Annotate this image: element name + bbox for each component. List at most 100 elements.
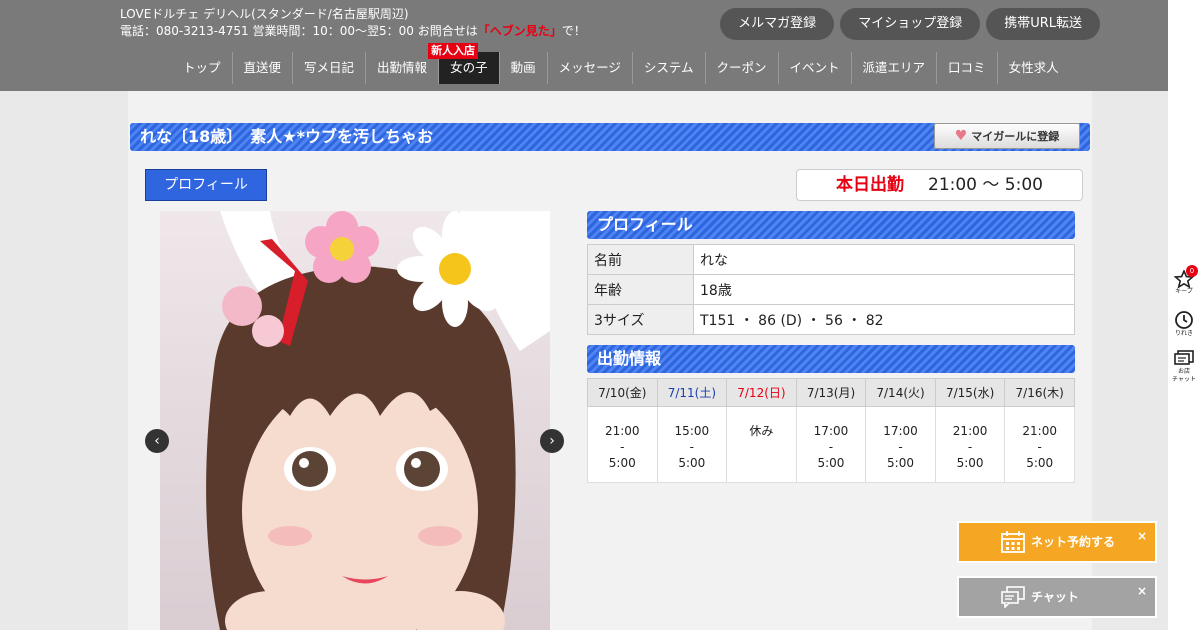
shift-end: 5:00 (608, 456, 636, 470)
shift-start: 21:00 (952, 424, 988, 438)
nav-girls[interactable]: 新人入店 女の子 (428, 43, 500, 84)
chat-button[interactable]: チャット × (957, 576, 1157, 618)
schedule-date: 7/14(火) (865, 378, 936, 407)
schedule-cell: 17:00 - 5:00 (795, 406, 867, 483)
history-tool[interactable]: りれき (1172, 310, 1196, 338)
contact-suffix: で！ (561, 24, 586, 38)
photo-next-button[interactable]: › (540, 429, 564, 453)
history-label: りれき (1174, 330, 1193, 337)
schedule-table: 7/10(金) 7/11(土) 7/12(日) 7/13(月) 7/14(火) … (587, 378, 1075, 483)
shift-start: 21:00 (604, 424, 640, 438)
girl-photo-illustration (160, 211, 550, 630)
site-header: LOVEドルチェ デリヘル(スタンダード/名古屋駅周辺) 電話：080-3213… (0, 0, 1168, 91)
schedule-cell: 21:00 - 5:00 (587, 406, 658, 483)
nav-girls-label: 女の子 (450, 60, 488, 75)
net-reserve-button[interactable]: ネット予約する × (957, 521, 1157, 563)
shift-end: 5:00 (817, 456, 845, 470)
schedule-times-row: 21:00 - 5:00 15:00 - 5:00 休み 17:00 - 5:00 17:0… (587, 406, 1075, 483)
nav-photo-diary[interactable]: 写メ日記 (293, 52, 367, 84)
main-nav: トップ 直送便 写メ日記 出勤情報 新人入店 女の子 動画 メッセージ システム… (172, 43, 1070, 84)
shift-end: 5:00 (887, 456, 914, 470)
nav-recruit[interactable]: 女性求人 (998, 52, 1070, 84)
heart-icon: ♥ (954, 128, 968, 144)
shift-sep: - (689, 440, 695, 454)
girl-photo[interactable] (160, 211, 550, 630)
shift-end: 5:00 (956, 456, 984, 470)
nav-event[interactable]: イベント (779, 52, 852, 84)
shop-name[interactable]: LOVEドルチェ デリヘル(スタンダード/名古屋駅周辺) (120, 6, 586, 23)
close-reserve-icon[interactable]: × (1137, 517, 1147, 555)
mygirl-register-button[interactable]: ♥ マイガールに登録 (934, 123, 1080, 149)
shift-start: 17:00 (883, 424, 918, 438)
profile-key-age: 年齢 (587, 274, 694, 305)
today-label: 本日出勤 (836, 175, 904, 195)
mygirl-label: マイガールに登録 (971, 130, 1060, 143)
contact-highlight: 「ヘブン見た」 (477, 24, 562, 38)
schedule-date: 7/11(土) (656, 378, 728, 407)
nav-coupon[interactable]: クーポン (706, 52, 779, 84)
photo-prev-button[interactable]: ‹ (145, 429, 169, 453)
close-chat-icon[interactable]: × (1137, 572, 1147, 610)
schedule-cell: 17:00 - 5:00 (865, 406, 936, 483)
table-row: 年齢 18歳 (587, 274, 1075, 305)
shift-start: 15:00 (674, 424, 710, 438)
chat-label: チャット (1172, 376, 1196, 383)
profile-table: 名前 れな 年齢 18歳 3サイズ T151 ・ 86 (D) ・ 56 ・ 82 (587, 244, 1075, 335)
nav-area[interactable]: 派遣エリア (852, 52, 938, 84)
keep-label: キープ (1175, 288, 1193, 295)
nav-video[interactable]: 動画 (500, 52, 548, 84)
chat-tool[interactable]: お店 チャット (1172, 350, 1196, 384)
profile-heading: プロフィール (587, 211, 1075, 239)
shift-sep: - (898, 440, 903, 454)
schedule-dates-row: 7/10(金) 7/11(土) 7/12(日) 7/13(月) 7/14(火) … (587, 378, 1075, 407)
keep-tool[interactable]: 0 キープ (1172, 265, 1198, 296)
shift-sep: - (1037, 440, 1042, 454)
shift-start: 休み (749, 424, 774, 438)
shift-start: 21:00 (1022, 424, 1057, 438)
newsletter-button[interactable]: メルマガ登録 (720, 8, 835, 40)
shift-end: 5:00 (678, 456, 706, 470)
today-time: 21:00 ～ 5:00 (928, 175, 1043, 195)
shift-sep: - (967, 440, 973, 454)
net-reserve-label: ネット予約する (1031, 535, 1116, 549)
profile-value-sizes: T151 ・ 86 (D) ・ 56 ・ 82 (693, 304, 1075, 335)
myshop-button[interactable]: マイショップ登録 (840, 8, 981, 40)
nav-direct[interactable]: 直送便 (233, 52, 294, 84)
calendar-icon (1001, 531, 1025, 553)
schedule-date: 7/16(木) (1004, 378, 1075, 407)
nav-system[interactable]: システム (633, 52, 706, 84)
shift-sep: - (620, 440, 625, 454)
chevron-right-icon: › (549, 433, 555, 449)
chat-label-shop: お店 (1177, 368, 1190, 375)
nav-top[interactable]: トップ (172, 52, 233, 84)
nav-reviews[interactable]: 口コミ (937, 52, 998, 84)
schedule-heading: 出勤情報 (587, 345, 1075, 373)
nav-message[interactable]: メッセージ (548, 52, 633, 84)
profile-value-name: れな (693, 244, 1075, 275)
mobile-url-button[interactable]: 携帯URL転送 (986, 8, 1100, 40)
shift-end: 5:00 (1026, 456, 1054, 470)
schedule-date: 7/12(日) (726, 378, 797, 407)
profile-value-age: 18歳 (693, 274, 1075, 305)
today-attendance: 本日出勤 21:00 ～ 5:00 (796, 169, 1083, 201)
shop-info: LOVEドルチェ デリヘル(スタンダード/名古屋駅周辺) 電話：080-3213… (120, 6, 586, 40)
schedule-cell: 休み (726, 406, 797, 483)
schedule-date: 7/10(金) (587, 378, 658, 407)
girl-title-bar: れな〔18歳〕 素人★*ウブを汚しちゃお ♥ マイガールに登録 (130, 123, 1090, 151)
history-icon (1175, 311, 1193, 329)
table-row: 3サイズ T151 ・ 86 (D) ・ 56 ・ 82 (587, 304, 1075, 335)
profile-tab[interactable]: プロフィール (145, 169, 267, 201)
keep-count-badge: 0 (1186, 265, 1198, 277)
top-buttons: メルマガ登録 マイショップ登録 携帯URL転送 (720, 8, 1100, 40)
girl-title: れな〔18歳〕 素人★*ウブを汚しちゃお (140, 127, 433, 146)
schedule-date: 7/13(月) (795, 378, 867, 407)
shift-sep: - (828, 440, 834, 454)
new-girl-badge: 新人入店 (428, 43, 479, 59)
contact-text: 電話：080-3213-4751 営業時間：10：00～翌5：00 お問合せは (120, 24, 478, 38)
chevron-left-icon: ‹ (154, 433, 160, 449)
shift-start: 17:00 (813, 424, 849, 438)
girl-detail: れな〔18歳〕 素人★*ウブを汚しちゃお ♥ マイガールに登録 プロフィール 本日… (128, 91, 1092, 630)
schedule-date: 7/15(水) (934, 378, 1006, 407)
contact-line: 電話：080-3213-4751 営業時間：10：00～翌5：00 お問合せは「… (120, 23, 586, 40)
schedule-cell: 15:00 - 5:00 (656, 406, 728, 483)
